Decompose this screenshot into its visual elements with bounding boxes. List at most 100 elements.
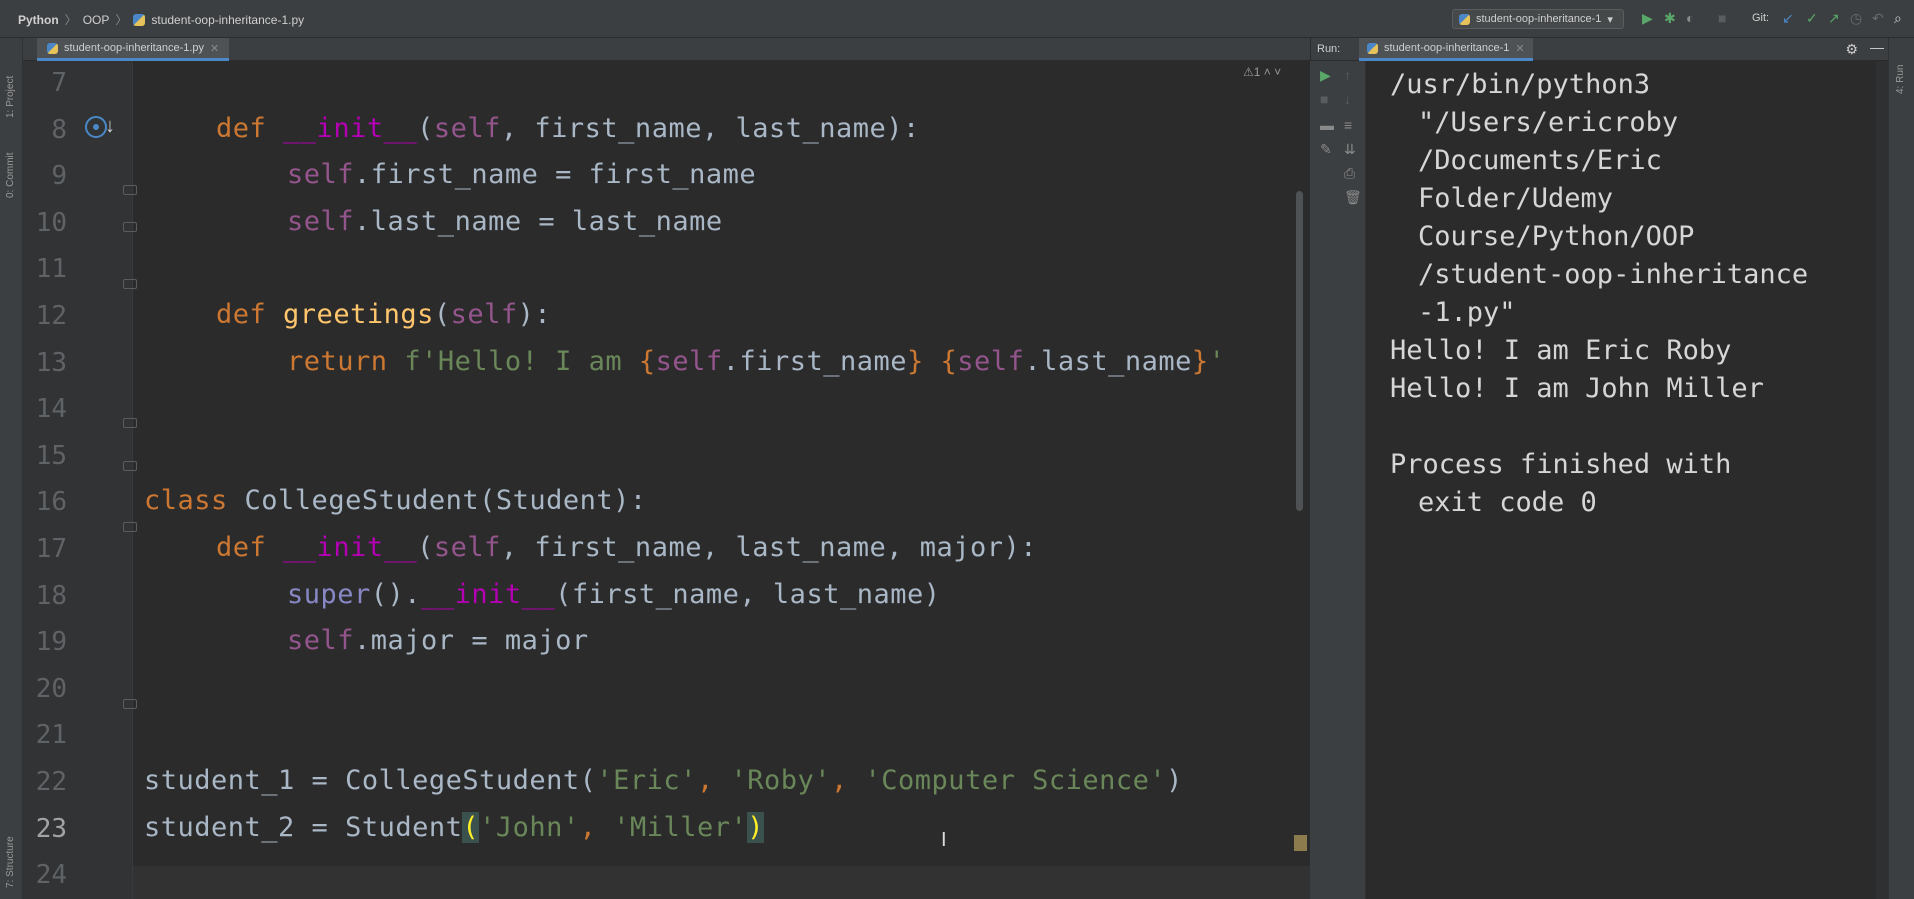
left-tool-window-strip: 1: Project 0: Commit 7: Structure — [0, 38, 23, 899]
breadcrumb-file[interactable]: student-oop-inheritance-1.py — [151, 13, 304, 27]
git-label: Git: — [1752, 12, 1770, 24]
run-tab-label: student-oop-inheritance-1 — [1384, 42, 1510, 54]
git-update-icon[interactable]: ↙ — [1782, 10, 1794, 27]
coverage-icon[interactable]: ◐ — [1686, 10, 1694, 26]
code-line[interactable]: 11 — [23, 247, 1310, 294]
scroll-to-end-icon[interactable]: ⇊ — [1344, 141, 1356, 158]
layout-icon[interactable]: ▬ — [1320, 117, 1334, 133]
console-line: Hello! I am John Miller — [1390, 373, 1764, 404]
code-text: self.last_name = last_name — [287, 205, 723, 237]
line-number: 21 — [35, 720, 67, 751]
line-number: 17 — [35, 534, 67, 564]
line-number: 13 — [35, 347, 67, 378]
line-number: 18 — [35, 580, 67, 611]
code-text: student_1 = CollegeStudent('Eric', 'Roby… — [144, 765, 1183, 796]
python-file-icon — [133, 13, 146, 26]
code-line[interactable]: 15 — [23, 434, 1310, 481]
navigation-bar: Python 〉 OOP 〉 student-oop-inheritance-1… — [0, 0, 1914, 38]
error-stripe-marker[interactable] — [1294, 835, 1307, 851]
rollback-icon[interactable]: ↶ — [1872, 10, 1884, 27]
code-text: student_2 = Student('John', 'Miller') — [144, 811, 764, 843]
code-text: class CollegeStudent(Student): — [144, 485, 647, 517]
line-number: 23 — [35, 813, 67, 844]
debug-icon[interactable]: ✱ — [1664, 10, 1676, 27]
line-number: 8 — [51, 114, 67, 145]
editor-scrollbar[interactable] — [1296, 191, 1303, 511]
code-line[interactable]: 10 self.last_name = last_name — [23, 201, 1310, 248]
pin-icon[interactable]: ✎ — [1320, 141, 1332, 158]
code-text: super().__init__(first_name, last_name) — [287, 578, 941, 610]
line-number: 20 — [35, 673, 67, 704]
breadcrumb-project[interactable]: Python — [18, 13, 59, 27]
breadcrumb-separator: 〉 — [115, 13, 128, 27]
breadcrumb-folder[interactable]: OOP — [83, 13, 110, 27]
line-number: 14 — [35, 394, 67, 425]
line-number: 11 — [35, 254, 67, 285]
console-line: Folder/Udemy — [1418, 183, 1614, 214]
code-line[interactable]: 16 class CollegeStudent(Student): — [23, 480, 1310, 527]
code-line[interactable]: 17 def __init__(self, first_name, last_n… — [23, 527, 1310, 574]
editor-tab-student-oop-inheritance[interactable]: student-oop-inheritance-1.py ✕ — [37, 38, 230, 61]
run-configuration-label: student-oop-inheritance-1 — [1476, 13, 1602, 25]
code-line-current[interactable]: 23 student_2 = Student('John', 'Miller') — [23, 807, 1310, 854]
code-line[interactable]: 19 self.major = major — [23, 620, 1310, 667]
console-line: "/Users/ericroby — [1418, 107, 1679, 138]
code-text: return f'Hello! I am {self.first_name} {… — [287, 345, 1226, 377]
editor-tab-label: student-oop-inheritance-1.py — [64, 42, 205, 54]
console-line: -1.py" — [1418, 297, 1516, 328]
mouse-cursor-icon: I — [941, 829, 947, 851]
code-line[interactable]: 18 super().__init__(first_name, last_nam… — [23, 574, 1310, 621]
run-console-output[interactable]: /usr/bin/python3 "/Users/ericroby /Docum… — [1366, 61, 1888, 899]
code-line[interactable]: 22 student_1 = CollegeStudent('Eric', 'R… — [23, 760, 1310, 807]
search-icon[interactable]: ⌕ — [1894, 10, 1902, 27]
code-line[interactable]: 20 — [23, 667, 1310, 714]
close-icon[interactable]: ✕ — [1515, 42, 1524, 55]
git-push-icon[interactable]: ↗ — [1828, 10, 1840, 27]
code-line[interactable]: 14 — [23, 387, 1310, 434]
console-scrollbar[interactable] — [1876, 61, 1888, 899]
structure-tool-button[interactable]: 7: Structure — [5, 836, 16, 888]
breadcrumb-separator: 〉 — [64, 13, 77, 27]
code-line[interactable]: 9 self.first_name = first_name — [23, 154, 1310, 201]
code-line[interactable]: 24 — [23, 853, 1310, 899]
code-line[interactable]: 13 return f'Hello! I am {self.first_name… — [23, 341, 1310, 388]
console-line: Course/Python/OOP — [1418, 221, 1695, 252]
rerun-icon[interactable]: ▶ — [1320, 67, 1331, 84]
code-line[interactable]: 12 def greetings(self): — [23, 294, 1310, 341]
soft-wrap-icon[interactable]: ≡ — [1344, 117, 1352, 133]
run-tab[interactable]: student-oop-inheritance-1 ✕ — [1359, 38, 1533, 61]
gear-icon[interactable]: ⚙ — [1845, 41, 1858, 58]
line-number: 19 — [35, 627, 67, 658]
line-number: 15 — [35, 440, 67, 471]
code-line[interactable]: 7 — [23, 61, 1310, 108]
console-line: /usr/bin/python3 — [1390, 69, 1651, 100]
minimize-icon[interactable]: — — [1870, 39, 1884, 55]
commit-tool-button[interactable]: 0: Commit — [5, 152, 16, 198]
code-text: self.first_name = first_name — [287, 159, 757, 191]
stop-icon[interactable]: ■ — [1320, 91, 1328, 107]
close-icon[interactable]: ✕ — [210, 42, 219, 55]
trash-icon[interactable]: 🗑 — [1344, 189, 1362, 206]
run-tool-button[interactable]: 4: Run — [1895, 65, 1906, 94]
arrow-up-icon[interactable]: ↑ — [1344, 67, 1351, 83]
arrow-down-icon[interactable]: ↓ — [1344, 91, 1351, 107]
line-number: 12 — [35, 301, 67, 331]
line-number: 7 — [51, 68, 67, 98]
code-line[interactable]: 21 — [23, 713, 1310, 760]
print-icon[interactable]: ⎙ — [1344, 165, 1355, 182]
python-file-icon — [1367, 42, 1378, 54]
breadcrumb: Python 〉 OOP 〉 student-oop-inheritance-1… — [18, 11, 304, 28]
console-line: exit code 0 — [1418, 487, 1597, 518]
git-commit-icon[interactable]: ✓ — [1806, 10, 1818, 27]
code-line[interactable]: 8 def __init__(self, first_name, last_na… — [23, 108, 1310, 155]
history-icon[interactable]: ◷ — [1850, 10, 1862, 27]
right-tool-window-strip: 4: Run — [1888, 38, 1914, 899]
run-configuration-select[interactable]: student-oop-inheritance-1 ▾ — [1452, 9, 1624, 29]
run-icon[interactable]: ▶ — [1642, 10, 1653, 27]
python-file-icon — [47, 42, 58, 54]
project-tool-button[interactable]: 1: Project — [5, 76, 16, 118]
line-number: 24 — [35, 860, 67, 891]
code-editor[interactable]: ⚠1 ˄ ˅ ↓ 7 8 def __init__(self, first_na… — [23, 61, 1310, 899]
stop-icon[interactable]: ■ — [1718, 10, 1726, 26]
line-number: 10 — [35, 207, 67, 238]
